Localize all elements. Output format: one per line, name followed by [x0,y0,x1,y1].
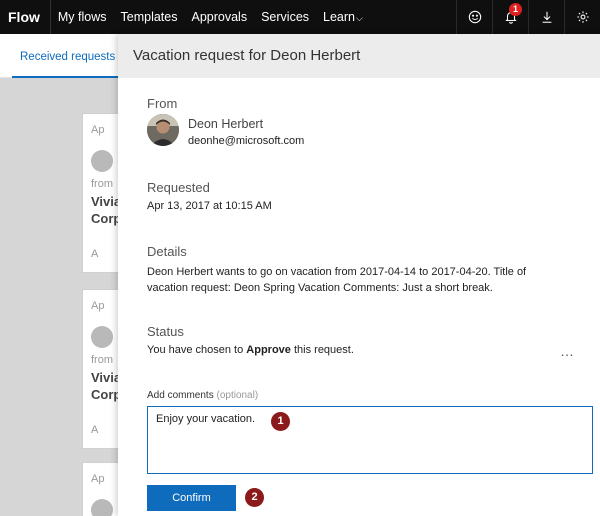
more-options-button[interactable]: … [560,343,575,359]
card-status-text: Ap [91,473,105,485]
nav-templates[interactable]: Templates [114,0,185,34]
status-text: You have chosen to Approve this request. [147,344,354,356]
tab-received-requests[interactable]: Received requests [12,34,124,78]
status-suffix: this request. [290,344,354,356]
comments-label-text: Add comments [147,390,214,401]
card-action-text: A [91,424,99,436]
avatar [91,150,113,172]
sender-name: Deon Herbert [188,117,264,131]
panel-title: Vacation request for Deon Herbert [118,34,600,78]
card-title-line2: Corp [91,211,122,226]
smiley-icon[interactable] [456,0,492,34]
card-status-text: Ap [91,124,105,136]
sender-email: deonhe@microsoft.com [188,135,305,147]
top-navigation-bar: Flow My flows Templates Approvals Servic… [0,0,600,34]
from-label: From [147,96,178,111]
status-action: Approve [246,344,291,356]
nav-learn-label: Learn [323,10,356,24]
comments-label: Add comments (optional) [147,390,258,401]
nav-my-flows[interactable]: My flows [51,0,114,34]
card-title-line2: Corp [91,387,122,402]
gear-icon[interactable] [564,0,600,34]
status-label: Status [147,324,184,339]
comments-optional-text: (optional) [216,390,259,401]
top-icon-group: 1 [456,0,600,34]
details-label: Details [147,244,187,259]
card-title-line1: Vivia [91,194,122,209]
avatar [91,326,113,348]
card-action-text: A [91,248,99,260]
card-from-text: from [91,354,113,366]
card-status-text: Ap [91,300,105,312]
nav-approvals[interactable]: Approvals [185,0,255,34]
chevron-down-icon: ⌵ [356,13,363,23]
brand-logo[interactable]: Flow [0,0,51,34]
notification-badge: 1 [509,3,522,16]
bell-icon[interactable]: 1 [492,0,528,34]
request-detail-panel: Vacation request for Deon Herbert From D… [118,34,600,516]
nav-services[interactable]: Services [254,0,316,34]
status-prefix: You have chosen to [147,344,247,356]
download-icon[interactable] [528,0,564,34]
requested-date: Apr 13, 2017 at 10:15 AM [147,200,272,212]
avatar [91,499,113,516]
details-text: Deon Herbert wants to go on vacation fro… [147,266,527,294]
card-title-line1: Vivia [91,370,122,385]
requested-label: Requested [147,180,210,195]
confirm-button[interactable]: Confirm [147,485,236,511]
card-from-text: from [91,178,113,190]
nav-learn[interactable]: Learn⌵ [316,0,370,34]
comments-input[interactable]: Enjoy your vacation. [147,406,593,474]
callout-badge: 1 [271,412,290,431]
avatar [147,114,179,146]
callout-badge: 2 [245,488,264,507]
